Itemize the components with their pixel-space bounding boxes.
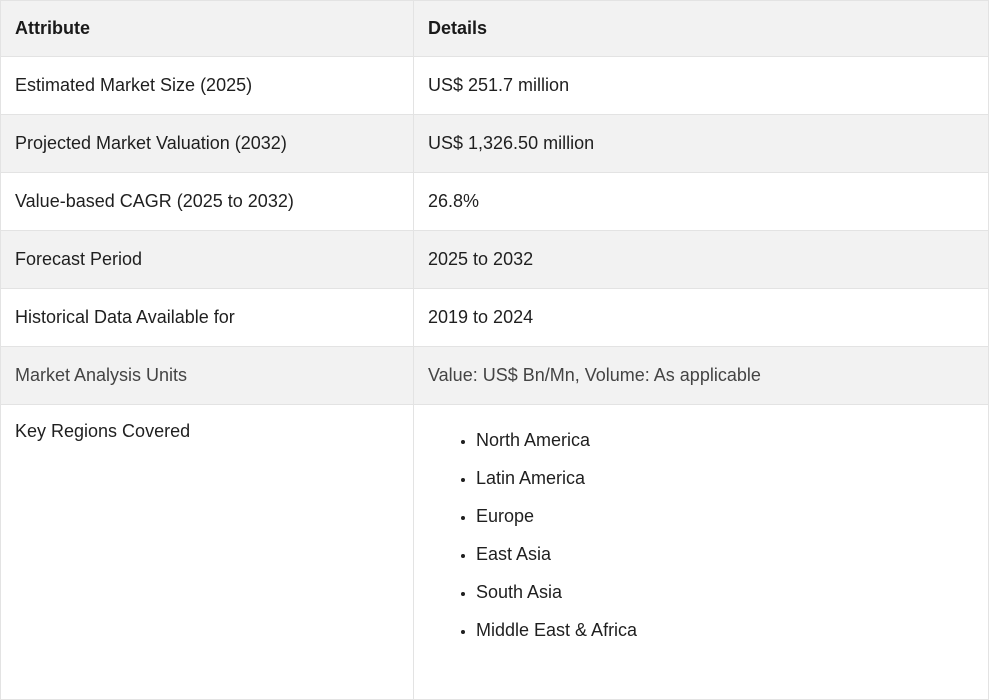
attribute-cell: Historical Data Available for <box>0 288 414 347</box>
attribute-cell: Forecast Period <box>0 230 414 289</box>
attribute-cell: Key Regions Covered <box>0 404 414 700</box>
table-row: Forecast Period 2025 to 2032 <box>0 230 989 289</box>
table-row: Estimated Market Size (2025) US$ 251.7 m… <box>0 56 989 115</box>
attribute-cell: Estimated Market Size (2025) <box>0 56 414 115</box>
table-row: Value-based CAGR (2025 to 2032) 26.8% <box>0 172 989 231</box>
attribute-cell: Value-based CAGR (2025 to 2032) <box>0 172 414 231</box>
table-header-row: Attribute Details <box>0 0 989 57</box>
details-cell: US$ 1,326.50 million <box>413 114 989 173</box>
list-item: Latin America <box>476 459 974 497</box>
attribute-cell: Projected Market Valuation (2032) <box>0 114 414 173</box>
table-row: Historical Data Available for 2019 to 20… <box>0 288 989 347</box>
details-cell: 26.8% <box>413 172 989 231</box>
key-regions-row: Key Regions Covered North America Latin … <box>0 404 989 700</box>
list-item: South Asia <box>476 573 974 611</box>
details-cell: Value: US$ Bn/Mn, Volume: As applicable <box>413 346 989 405</box>
market-attributes-table: Attribute Details Estimated Market Size … <box>0 0 989 700</box>
details-cell: 2019 to 2024 <box>413 288 989 347</box>
list-item: Middle East & Africa <box>476 611 974 649</box>
header-attribute: Attribute <box>0 0 414 57</box>
list-item: Europe <box>476 497 974 535</box>
list-item: East Asia <box>476 535 974 573</box>
region-list: North America Latin America Europe East … <box>428 421 974 649</box>
list-item: North America <box>476 421 974 459</box>
table-row: Market Analysis Units Value: US$ Bn/Mn, … <box>0 346 989 405</box>
details-cell: 2025 to 2032 <box>413 230 989 289</box>
table-row: Projected Market Valuation (2032) US$ 1,… <box>0 114 989 173</box>
details-cell: US$ 251.7 million <box>413 56 989 115</box>
header-details: Details <box>413 0 989 57</box>
attribute-cell: Market Analysis Units <box>0 346 414 405</box>
regions-cell: North America Latin America Europe East … <box>413 404 989 700</box>
